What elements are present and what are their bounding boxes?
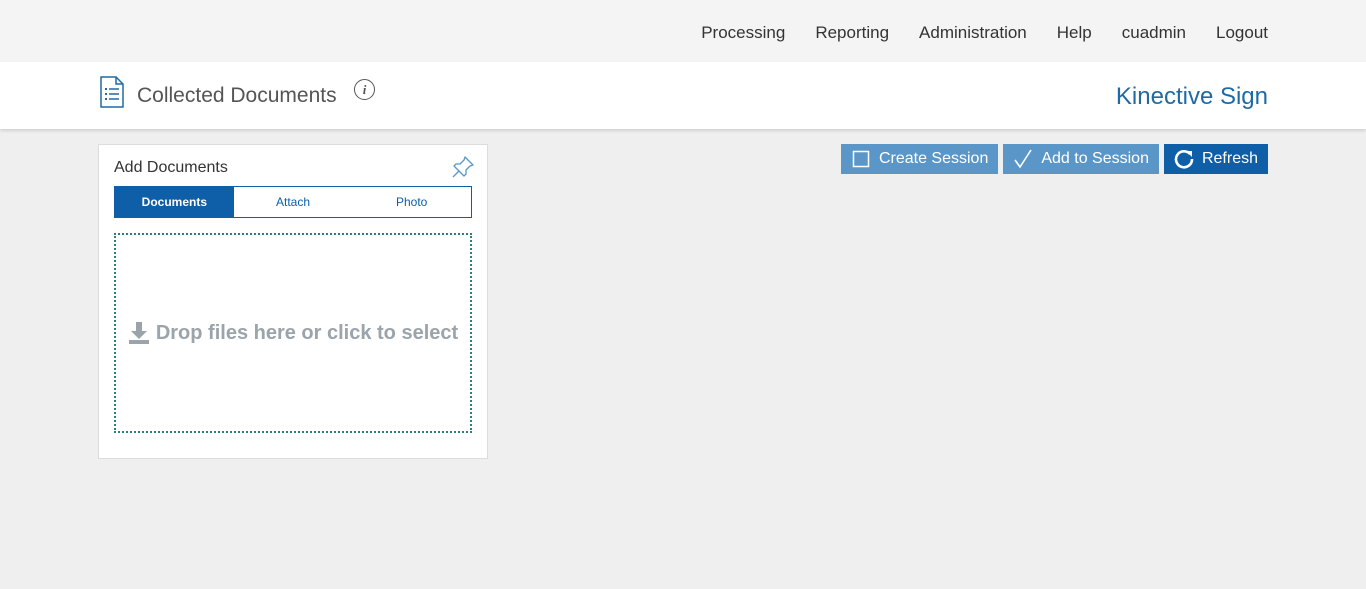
download-icon (128, 322, 149, 344)
nav-item-user[interactable]: cuadmin (1122, 22, 1186, 44)
document-list-icon (100, 76, 124, 108)
top-nav-menu: Processing Reporting Administration Help… (671, 22, 1268, 44)
top-nav: Processing Reporting Administration Help… (0, 0, 1366, 62)
create-session-button[interactable]: Create Session (840, 144, 999, 174)
nav-item-processing[interactable]: Processing (701, 22, 785, 44)
page-header: Collected Documents i Kinective Sign (0, 62, 1366, 129)
nav-item-administration[interactable]: Administration (919, 22, 1027, 44)
dropzone-content: Drop files here or click to select (128, 321, 458, 345)
nav-item-logout[interactable]: Logout (1216, 22, 1268, 44)
tab-photo[interactable]: Photo (352, 187, 472, 217)
refresh-button[interactable]: Refresh (1163, 144, 1268, 174)
info-icon[interactable]: i (354, 79, 375, 100)
document-tabs: Documents Attach Photo (114, 186, 472, 218)
square-icon (852, 150, 870, 168)
panel-title: Add Documents (114, 159, 228, 176)
refresh-label: Refresh (1201, 150, 1258, 167)
brand-name: Kinective Sign (1115, 83, 1268, 110)
add-documents-panel: Add Documents Documents Attach Photo Dro… (98, 144, 488, 459)
nav-item-help[interactable]: Help (1057, 22, 1092, 44)
create-session-label: Create Session (878, 150, 989, 167)
session-actions: Create Session Add to Session Refresh (836, 144, 1268, 174)
refresh-icon (1174, 150, 1194, 169)
dropzone-text: Drop files here or click to select (155, 321, 459, 344)
checkmark-icon (1014, 149, 1033, 169)
add-to-session-label: Add to Session (1041, 150, 1149, 167)
pin-icon[interactable] (451, 155, 475, 179)
file-dropzone[interactable]: Drop files here or click to select (114, 233, 472, 433)
tab-attach[interactable]: Attach (233, 187, 353, 217)
nav-item-reporting[interactable]: Reporting (815, 22, 889, 44)
tab-documents[interactable]: Documents (115, 187, 234, 217)
add-to-session-button[interactable]: Add to Session (1003, 144, 1159, 174)
page-title: Collected Documents (137, 84, 337, 107)
